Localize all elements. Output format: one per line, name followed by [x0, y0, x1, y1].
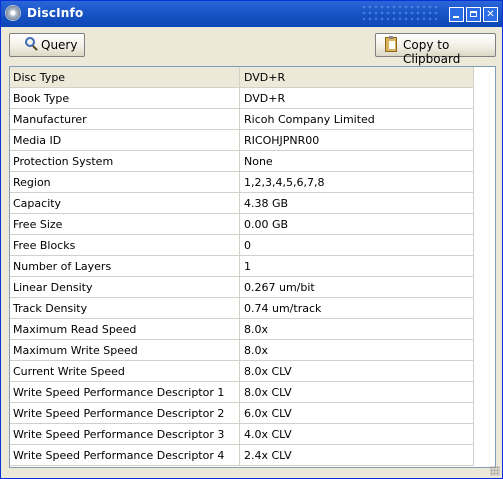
table-row[interactable]: Capacity 4.38 GB — [10, 193, 474, 214]
table-row[interactable]: Media ID RICOHJPNR00 — [10, 130, 474, 151]
table-row[interactable]: Protection System None — [10, 151, 474, 172]
property-value: Ricoh Company Limited — [244, 113, 375, 126]
table-row[interactable]: Write Speed Performance Descriptor 1 8.0x… — [10, 382, 474, 403]
property-value: 8.0x — [244, 323, 269, 336]
property-name: Media ID — [13, 134, 62, 147]
property-value: 8.0x CLV — [244, 386, 292, 399]
property-value: 1,2,3,4,5,6,7,8 — [244, 176, 325, 189]
copy-button-label: Copy to Clipboard — [403, 38, 461, 66]
property-value: DVD+R — [244, 71, 286, 84]
table-row[interactable]: Book Type DVD+R — [10, 88, 474, 109]
property-name: Capacity — [13, 197, 62, 210]
table-row[interactable]: Write Speed Performance Descriptor 3 4.0x… — [10, 424, 474, 445]
property-name: Track Density — [13, 302, 88, 315]
magnifier-icon — [25, 37, 35, 47]
property-value: 8.0x CLV — [244, 365, 292, 378]
property-name: Write Speed Performance Descriptor 3 — [13, 428, 225, 441]
table-row[interactable]: Write Speed Performance Descriptor 2 6.0x… — [10, 403, 474, 424]
property-value: 4.38 GB — [244, 197, 289, 210]
table-row[interactable]: Manufacturer Ricoh Company Limited — [10, 109, 474, 130]
property-value: None — [244, 155, 273, 168]
table-row[interactable]: Write Speed Performance Descriptor 4 2.4x… — [10, 445, 474, 466]
table-row[interactable]: Current Write Speed 8.0x CLV — [10, 361, 474, 382]
query-button-label: Query — [41, 38, 78, 52]
property-name: Number of Layers — [13, 260, 112, 273]
property-value: 2.4x CLV — [244, 449, 292, 462]
property-value: 1 — [244, 260, 251, 273]
property-name: Write Speed Performance Descriptor 1 — [13, 386, 225, 399]
title-bar[interactable]: DiscInfo ✕ — [1, 1, 502, 27]
query-button[interactable]: Query — [9, 33, 85, 57]
property-value: 0.267 um/bit — [244, 281, 315, 294]
window-title: DiscInfo — [27, 6, 84, 20]
property-value: 0.74 um/track — [244, 302, 322, 315]
property-name: Current Write Speed — [13, 365, 125, 378]
property-value: 8.0x — [244, 344, 269, 357]
property-value: 0 — [244, 239, 251, 252]
property-name: Write Speed Performance Descriptor 4 — [13, 449, 225, 462]
property-name: Manufacturer — [13, 113, 87, 126]
property-name: Region — [13, 176, 51, 189]
property-name: Protection System — [13, 155, 114, 168]
property-value: DVD+R — [244, 92, 286, 105]
maximize-button[interactable] — [466, 7, 481, 22]
properties-table: Disc Type DVD+R Book Type DVD+R Manufacturer… — [10, 67, 474, 466]
column-right-edge — [473, 67, 474, 466]
property-name: Write Speed Performance Descriptor 2 — [13, 407, 225, 420]
property-value: 6.0x CLV — [244, 407, 292, 420]
properties-grid[interactable]: Disc Type DVD+R Book Type DVD+R Manufacturer… — [9, 66, 496, 468]
property-name: Maximum Write Speed — [13, 344, 138, 357]
property-value: 4.0x CLV — [244, 428, 292, 441]
clipboard-icon — [385, 36, 397, 52]
maximize-icon — [470, 11, 477, 17]
table-row[interactable]: Free Size 0.00 GB — [10, 214, 474, 235]
property-name: Disc Type — [13, 71, 66, 84]
property-name: Maximum Read Speed — [13, 323, 137, 336]
property-value: 0.00 GB — [244, 218, 289, 231]
table-row[interactable]: Number of Layers 1 — [10, 256, 474, 277]
minimize-button[interactable] — [449, 7, 464, 22]
close-icon: ✕ — [486, 9, 495, 20]
table-row[interactable]: Maximum Read Speed 8.0x — [10, 319, 474, 340]
resize-grip[interactable] — [490, 466, 500, 476]
close-button[interactable]: ✕ — [483, 7, 498, 22]
minimize-icon — [453, 16, 459, 18]
table-row[interactable]: Track Density 0.74 um/track — [10, 298, 474, 319]
table-row[interactable]: Region 1,2,3,4,5,6,7,8 — [10, 172, 474, 193]
copy-to-clipboard-button[interactable]: Copy to Clipboard — [375, 33, 496, 66]
discinfo-window: DiscInfo ✕ Query Copy to Clipboard Disc … — [0, 0, 503, 479]
table-row[interactable]: Maximum Write Speed 8.0x — [10, 340, 474, 361]
property-name: Linear Density — [13, 281, 93, 294]
property-name: Book Type — [13, 92, 70, 105]
table-row[interactable]: Linear Density 0.267 um/bit — [10, 277, 474, 298]
disc-icon — [5, 5, 21, 21]
table-row[interactable]: Disc Type DVD+R — [10, 67, 474, 88]
property-name: Free Blocks — [13, 239, 76, 252]
property-name: Free Size — [13, 218, 63, 231]
column-divider — [239, 67, 240, 466]
table-row[interactable]: Free Blocks 0 — [10, 235, 474, 256]
property-value: RICOHJPNR00 — [244, 134, 320, 147]
